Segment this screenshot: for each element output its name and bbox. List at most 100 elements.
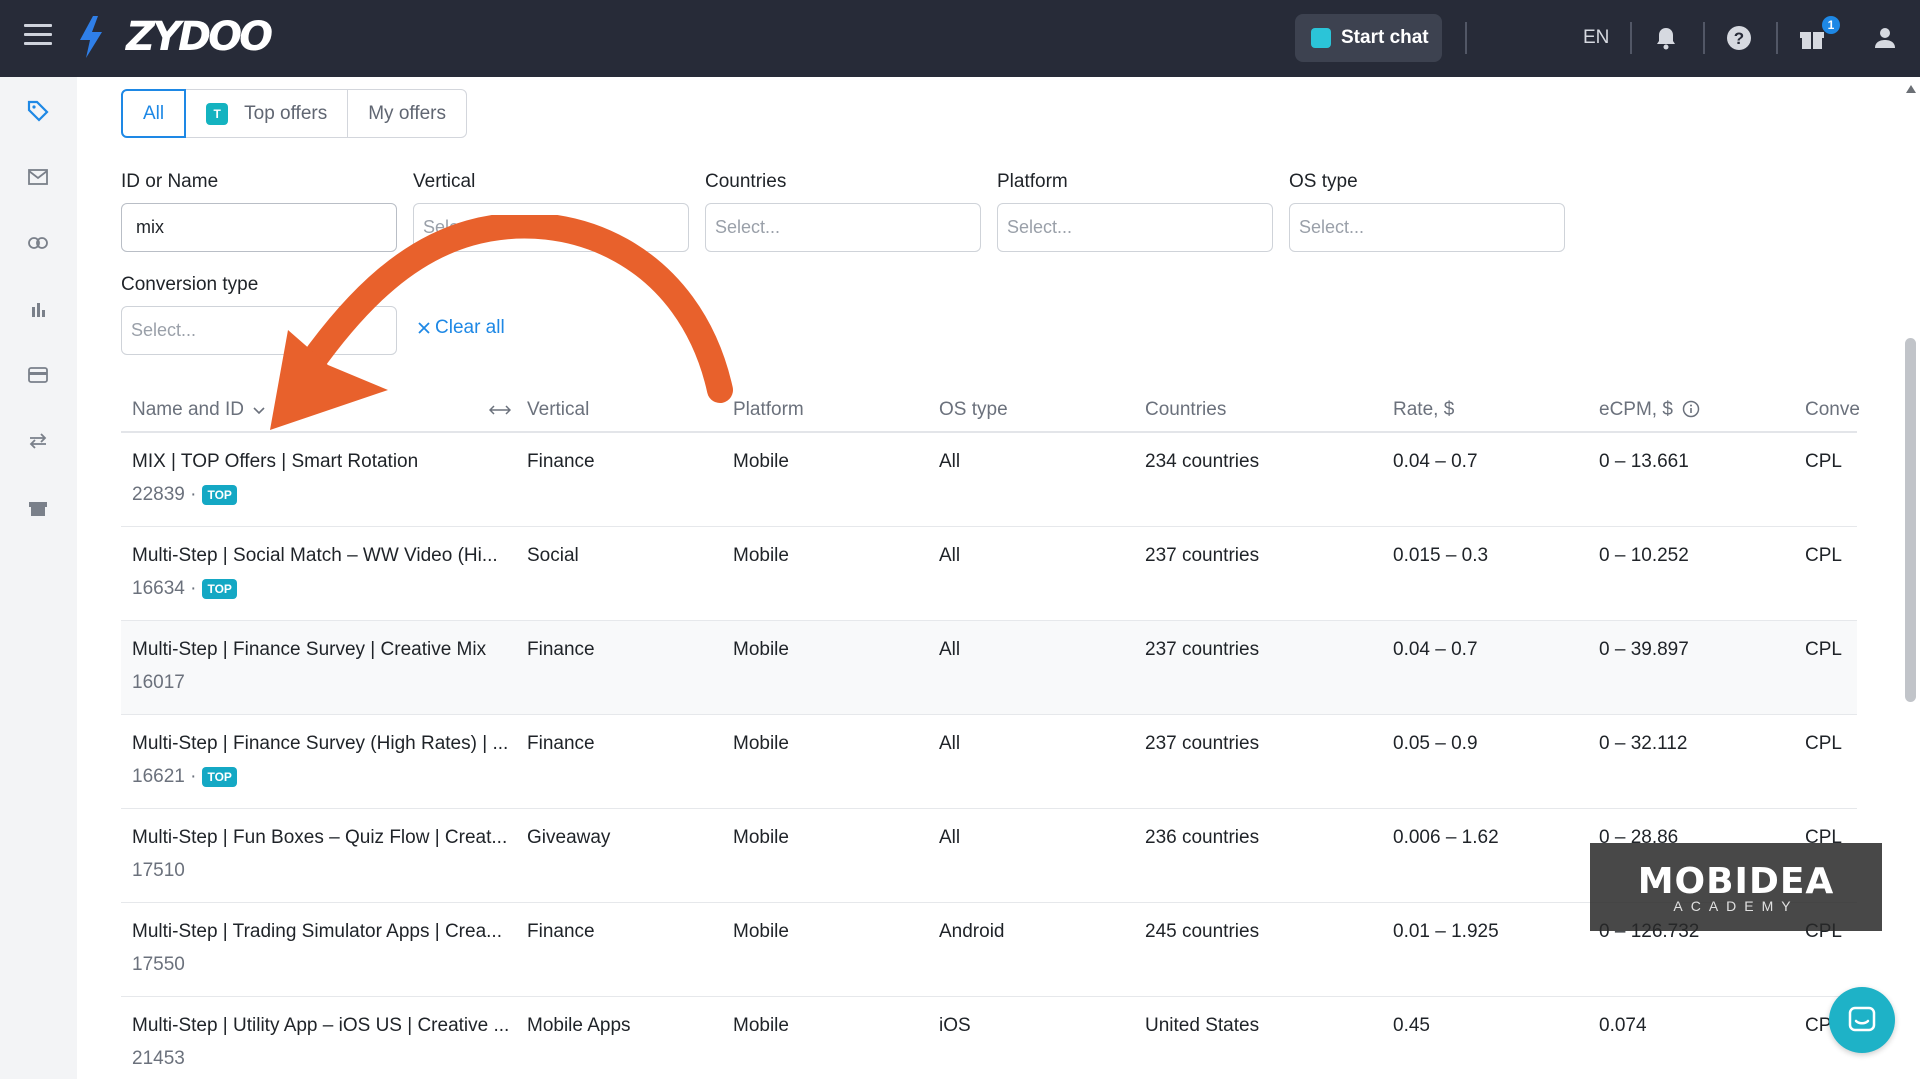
divider [1776,22,1778,54]
conversion-type-label: Conversion type [121,274,259,295]
os-cell: All [939,545,961,566]
offer-id-text: 22839 · [132,484,197,505]
conversion-cell: CPL [1805,733,1842,754]
column-header-conversion[interactable]: Conve [1805,399,1860,421]
column-header-label: eCPM, $ [1599,399,1673,420]
id-name-input[interactable]: mix [121,203,397,252]
offer-name[interactable]: Multi-Step | Finance Survey (High Rates)… [132,733,512,755]
offer-id: 17510 [132,860,185,882]
top-badge: TOP [202,485,237,505]
user-icon[interactable] [1869,22,1901,54]
offer-name[interactable]: Multi-Step | Utility App – iOS US | Crea… [132,1015,512,1037]
offer-name[interactable]: Multi-Step | Trading Simulator Apps | Cr… [132,921,512,943]
offer-name[interactable]: Multi-Step | Finance Survey | Creative M… [132,639,512,661]
mobidea-academy-watermark: MOBIDEA ACADEMY [1590,843,1882,931]
scrollbar-thumb[interactable] [1905,338,1916,702]
column-header-os-type[interactable]: OS type [939,399,1008,421]
language-selector[interactable]: EN [1583,27,1609,49]
info-icon[interactable] [1682,400,1700,418]
offer-name[interactable]: MIX | TOP Offers | Smart Rotation [132,451,512,473]
column-header-platform[interactable]: Platform [733,399,804,421]
start-chat-button[interactable]: Start chat [1295,14,1442,62]
table-row[interactable]: Multi-Step | Utility App – iOS US | Crea… [121,997,1857,1079]
vertical-cell: Giveaway [527,827,611,848]
rate-cell: 0.45 [1393,1015,1430,1036]
column-header-rate[interactable]: Rate, $ [1393,399,1454,421]
bell-icon[interactable] [1650,22,1682,54]
divider [1703,22,1705,54]
os-cell: Android [939,921,1005,942]
countries-cell: 237 countries [1145,639,1260,660]
chevron-down-icon [253,407,265,415]
offer-id-text: 16634 · [132,578,197,599]
offer-name[interactable]: Multi-Step | Fun Boxes – Quiz Flow | Cre… [132,827,512,849]
column-header-name[interactable]: Name and ID [132,399,265,421]
sidebar-item-links[interactable] [18,223,58,263]
platform-select[interactable]: Select... [997,203,1273,252]
scroll-up-arrow-icon[interactable] [1906,85,1916,93]
tab-my-offers[interactable]: My offers [348,89,467,138]
conversion-cell: CPL [1805,451,1842,472]
vertical-cell: Social [527,545,579,566]
os-cell: iOS [939,1015,971,1036]
conversion-cell: CP [1805,1015,1832,1036]
credit-card-icon [28,367,48,383]
clear-all-label: Clear all [435,317,505,338]
column-header-ecpm[interactable]: eCPM, $ [1599,399,1700,421]
table-row[interactable]: Multi-Step | Finance Survey (High Rates)… [121,715,1857,809]
offer-id: 21453 [132,1048,185,1070]
countries-cell: 237 countries [1145,545,1260,566]
clear-all-button[interactable]: Clear all [417,317,505,339]
watermark-subtitle: ACADEMY [1673,897,1799,914]
ecpm-cell: 0 – 10.252 [1599,545,1689,566]
tab-top-offers[interactable]: T Top offers [186,89,349,138]
rate-cell: 0.05 – 0.9 [1393,733,1478,754]
tab-all[interactable]: All [121,89,187,138]
countries-cell: United States [1145,1015,1260,1036]
offer-name[interactable]: Multi-Step | Social Match – WW Video (Hi… [132,545,512,567]
brand-logo[interactable]: ZYDOO [126,14,273,60]
live-chat-button[interactable] [1829,987,1895,1053]
conversion-type-select[interactable]: Select... [121,306,397,355]
sidebar-item-messages[interactable] [18,157,58,197]
countries-cell: 234 countries [1145,451,1260,472]
mail-icon [28,169,48,185]
offer-id: 22839 · TOP [132,484,237,506]
offer-id-text: 16621 · [132,766,197,787]
sidebar-item-bonuses[interactable] [18,487,58,527]
table-row[interactable]: Multi-Step | Finance Survey | Creative M… [121,621,1857,715]
platform-cell: Mobile [733,733,789,754]
vertical-select[interactable]: Select... [413,203,689,252]
sidebar-item-statistics[interactable] [18,289,58,329]
menu-icon[interactable] [24,24,52,48]
table-row[interactable]: MIX | TOP Offers | Smart Rotation 22839 … [121,433,1857,527]
countries-label: Countries [705,171,787,192]
sidebar-item-payments[interactable] [18,355,58,395]
link-icon [28,237,48,249]
bolt-logo-icon [80,16,102,58]
platform-cell: Mobile [733,545,789,566]
help-icon[interactable]: ? [1723,22,1755,54]
offer-id: 16634 · TOP [132,578,237,600]
divider [1630,22,1632,54]
top-badge: TOP [202,579,237,599]
column-header-vertical[interactable]: Vertical [527,399,589,421]
sidebar-item-postbacks[interactable] [18,421,58,461]
rate-cell: 0.01 – 1.925 [1393,921,1499,942]
column-header-label: Name and ID [132,399,244,420]
table-row[interactable]: Multi-Step | Social Match – WW Video (Hi… [121,527,1857,621]
swap-arrows-icon [29,433,47,449]
top-badge: TOP [202,767,237,787]
resize-icon[interactable] [489,404,511,416]
svg-text:?: ? [1734,29,1744,48]
sidebar-item-offers[interactable] [18,91,58,131]
offer-id-text: 16017 [132,672,185,693]
ecpm-cell: 0 – 39.897 [1599,639,1689,660]
os-type-select[interactable]: Select... [1289,203,1565,252]
rate-cell: 0.015 – 0.3 [1393,545,1489,566]
rate-cell: 0.04 – 0.7 [1393,639,1478,660]
countries-cell: 236 countries [1145,827,1260,848]
platform-cell: Mobile [733,451,789,472]
countries-select[interactable]: Select... [705,203,981,252]
column-header-countries[interactable]: Countries [1145,399,1226,421]
